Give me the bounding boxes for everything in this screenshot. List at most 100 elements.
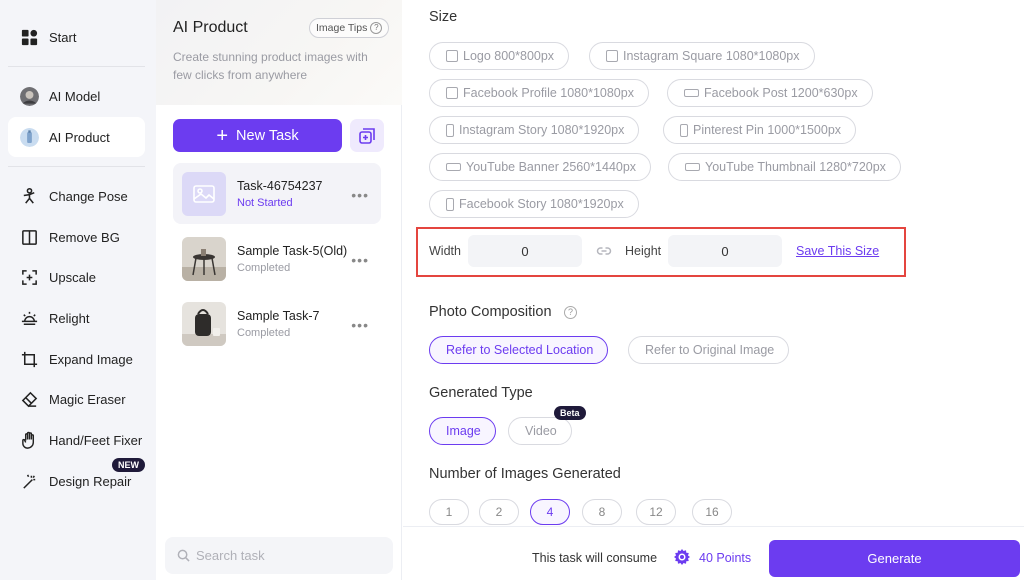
num-option-1[interactable]: 1 [429,499,469,525]
beta-badge: Beta [554,406,586,420]
composition-title: Photo Composition [429,304,552,320]
height-input[interactable] [668,235,782,267]
nav-label: Design Repair [49,473,132,489]
square-icon [446,87,458,99]
new-badge: NEW [112,458,145,472]
panel-title: AI Product [173,19,248,36]
width-input[interactable] [468,235,582,267]
more-icon[interactable]: ••• [351,317,369,333]
task-thumbnail [182,236,226,281]
nav-label: Start [49,29,77,45]
more-icon[interactable]: ••• [351,252,369,268]
eraser-icon [18,388,40,410]
question-icon: ? [370,22,383,34]
nav-item-expand-image[interactable]: Expand Image [8,339,145,379]
task-thumbnail [182,301,226,346]
size-label: Instagram Story 1080*1920px [459,123,625,137]
batch-add-button[interactable] [350,119,384,152]
portrait-icon [680,123,688,137]
size-title: Size [429,9,458,25]
num-option-16[interactable]: 16 [692,499,732,525]
nav-item-upscale[interactable]: Upscale [8,257,145,297]
save-size-link[interactable]: Save This Size [796,244,879,258]
landscape-icon [685,163,700,171]
size-chip-facebook-story[interactable]: Facebook Story 1080*1920px [429,190,639,218]
nav-item-ai-model[interactable]: AI Model [8,76,145,116]
new-task-label: New Task [236,127,299,144]
points-value: 40 Points [699,551,752,565]
landscape-icon [684,89,699,97]
upscale-icon [18,266,40,288]
plus-icon: + [216,124,229,147]
nav-label: Magic Eraser [49,391,126,407]
task-name: Sample Task-7 [237,308,320,323]
nav-item-ai-product[interactable]: AI Product [8,117,145,157]
hand-icon [18,429,40,451]
size-chip-instagram-square[interactable]: Instagram Square 1080*1080px [589,42,815,70]
size-label: Facebook Profile 1080*1080px [463,86,634,100]
points-coin-icon [674,549,690,565]
question-icon[interactable]: ? [564,306,577,319]
type-option-video[interactable]: Video [508,417,572,445]
search-input[interactable] [196,548,376,563]
size-label: Facebook Story 1080*1920px [459,197,624,211]
more-icon[interactable]: ••• [351,187,369,203]
num-option-8[interactable]: 8 [582,499,622,525]
nav-divider [8,166,145,167]
task-item[interactable]: Sample Task-7 Completed ••• [173,293,381,354]
image-tips-button[interactable]: Image Tips ? [309,18,390,38]
num-option-2[interactable]: 2 [479,499,519,525]
size-chip-pinterest-pin[interactable]: Pinterest Pin 1000*1500px [663,116,857,144]
height-label: Height [625,244,662,258]
search-box [165,537,393,574]
composition-option-original-image[interactable]: Refer to Original Image [628,336,790,364]
task-status: Not Started [237,196,293,209]
left-nav: Start AI Model AI Product Change Pose Re… [0,0,156,580]
size-chip-facebook-post[interactable]: Facebook Post 1200*630px [667,79,873,107]
size-label: YouTube Banner 2560*1440px [466,160,637,174]
nav-item-hand-feet-fixer[interactable]: Hand/Feet Fixer [8,420,145,460]
size-chip-facebook-profile[interactable]: Facebook Profile 1080*1080px [429,79,649,107]
square-icon [606,50,618,62]
task-status: Completed [237,326,291,339]
search-icon [177,549,190,562]
task-item[interactable]: Task-46754237 Not Started ••• [173,163,381,224]
size-chip-logo[interactable]: Logo 800*800px [429,42,570,70]
task-name: Task-46754237 [237,178,323,193]
expand-icon [18,348,40,370]
nav-item-change-pose[interactable]: Change Pose [8,176,145,216]
product-avatar-icon [18,126,40,148]
size-chip-youtube-banner[interactable]: YouTube Banner 2560*1440px [429,153,652,181]
nav-item-relight[interactable]: Relight [8,298,145,338]
task-item[interactable]: Sample Task-5(Old) Completed ••• [173,228,381,289]
nav-label: Hand/Feet Fixer [49,432,143,448]
width-label: Width [429,244,461,258]
nav-item-magic-eraser[interactable]: Magic Eraser [8,379,145,419]
nav-item-design-repair[interactable]: Design Repair NEW [8,458,145,501]
size-chip-youtube-thumbnail[interactable]: YouTube Thumbnail 1280*720px [668,153,901,181]
panel-description: Create stunning product images with few … [173,50,368,82]
nav-label: AI Model [49,88,101,104]
type-option-image[interactable]: Image [429,417,496,445]
nav-item-start[interactable]: Start [8,17,145,57]
num-option-4[interactable]: 4 [530,499,570,525]
size-chip-instagram-story[interactable]: Instagram Story 1080*1920px [429,116,640,144]
num-option-12[interactable]: 12 [636,499,676,525]
magic-wand-icon [18,470,40,492]
link-icon[interactable] [596,244,612,258]
relight-icon [18,307,40,329]
pose-icon [18,185,40,207]
size-label: Logo 800*800px [463,49,555,63]
size-label: YouTube Thumbnail 1280*720px [705,160,886,174]
composition-option-selected-location[interactable]: Refer to Selected Location [429,336,609,364]
portrait-icon [446,197,454,211]
size-label: Pinterest Pin 1000*1500px [693,123,842,137]
new-task-button[interactable]: + New Task [173,119,342,152]
bottom-bar: This task will consume 40 Points Generat… [403,526,1024,580]
task-name: Sample Task-5(Old) [237,243,348,258]
nav-item-remove-bg[interactable]: Remove BG [8,217,145,257]
generated-type-title: Generated Type [429,385,533,401]
grid-icon [18,26,40,48]
generate-button[interactable]: Generate [769,540,1020,577]
nav-label: Relight [49,310,90,326]
